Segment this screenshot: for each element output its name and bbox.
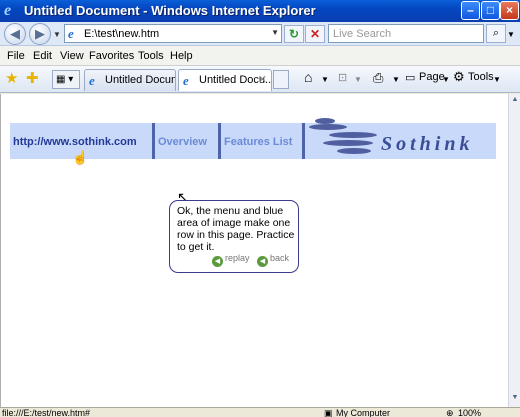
status-bar: file:///E:/test/new.htm# ▣ My Computer ⊕… <box>0 407 520 417</box>
tools-dropdown-icon[interactable]: ▼ <box>493 75 501 84</box>
page-icon: e <box>89 73 95 88</box>
menu-tools[interactable]: Tools <box>138 50 164 62</box>
sothink-logo: Sothink <box>307 118 496 159</box>
home-dropdown-icon[interactable]: ▼ <box>321 75 329 84</box>
menu-file[interactable]: File <box>7 50 25 62</box>
menu-bar: File Edit View Favorites Tools Help <box>0 46 520 66</box>
sothink-url-link[interactable]: http://www.sothink.com <box>13 136 137 148</box>
tab-label: Untitled Document <box>105 74 175 86</box>
logo-blob <box>329 132 377 138</box>
tab-untitled-document-1[interactable]: e Untitled Document <box>84 69 176 91</box>
menu-separator <box>218 123 221 159</box>
ie-logo-icon: e <box>4 2 12 19</box>
quick-tabs-button[interactable]: ▦ ▾ <box>52 70 80 89</box>
navigation-bar: ◀ ▶ ▼ e E:\test\new.htm ▼ ↻ ✕ Live Searc… <box>0 22 520 46</box>
menu-edit[interactable]: Edit <box>33 50 52 62</box>
replay-icon: ◀ <box>212 256 223 267</box>
address-field[interactable]: e E:\test\new.htm ▼ <box>64 24 282 43</box>
forward-button[interactable]: ▶ <box>29 23 51 45</box>
logo-blob <box>309 124 347 130</box>
tab-untitled-document-2[interactable]: e Untitled Docu... ✕ <box>178 69 272 91</box>
back-label: back <box>270 253 290 263</box>
status-url: file:///E:/test/new.htm# <box>2 408 91 417</box>
back-button[interactable]: ◀ <box>4 23 26 45</box>
tab-bar: ★ ✚ ▦ ▾ e Untitled Document e Untitled D… <box>0 66 520 93</box>
chevron-down-icon[interactable]: ▼ <box>271 28 279 37</box>
menu-help[interactable]: Help <box>170 50 193 62</box>
scroll-up-icon[interactable]: ▲ <box>510 96 520 106</box>
menu-separator <box>152 123 155 159</box>
address-value: E:\test\new.htm <box>84 28 160 40</box>
search-input[interactable]: Live Search <box>328 24 484 43</box>
refresh-button[interactable]: ↻ <box>284 25 304 43</box>
history-dropdown-icon[interactable]: ▼ <box>53 30 61 39</box>
window-title: Untitled Document - Windows Internet Exp… <box>24 3 316 18</box>
feeds-icon[interactable]: ⊡ <box>338 71 347 84</box>
maximize-button[interactable]: □ <box>481 1 500 20</box>
page-dropdown-icon[interactable]: ▼ <box>442 75 450 84</box>
scroll-down-icon[interactable]: ▼ <box>510 394 520 404</box>
zoom-icon: ⊕ <box>446 408 454 417</box>
menu-overview-link[interactable]: Overview <box>158 136 207 148</box>
title-bar: e Untitled Document - Windows Internet E… <box>0 0 520 22</box>
page-menu-button[interactable]: Page <box>419 71 445 83</box>
favorites-star-icon[interactable]: ★ <box>5 69 18 87</box>
hand-cursor-icon: ☝ <box>72 150 89 165</box>
zoom-level[interactable]: 100% <box>458 408 481 417</box>
print-icon[interactable]: ⎙ <box>373 70 383 86</box>
logo-blob <box>337 148 371 154</box>
minimize-button[interactable]: – <box>461 1 480 20</box>
computer-icon: ▣ <box>324 408 333 417</box>
logo-blob <box>323 140 373 146</box>
menu-favorites[interactable]: Favorites <box>89 50 134 62</box>
back-icon: ◀ <box>257 256 268 267</box>
replay-label: replay <box>225 253 250 263</box>
replay-button[interactable]: ◀ replay <box>212 253 250 267</box>
instruction-tooltip: Ok, the menu and blue area of image make… <box>169 200 299 273</box>
page-icon: e <box>68 26 74 41</box>
stop-button[interactable]: ✕ <box>305 25 325 43</box>
back-link-button[interactable]: ◀ back <box>257 253 289 267</box>
home-icon[interactable]: ⌂ <box>304 69 312 85</box>
close-button[interactable]: × <box>500 1 519 20</box>
print-dropdown-icon[interactable]: ▼ <box>392 75 400 84</box>
new-tab-button[interactable] <box>273 70 289 89</box>
close-tab-icon[interactable]: ✕ <box>258 73 267 86</box>
menu-view[interactable]: View <box>60 50 84 62</box>
page-content: http://www.sothink.com Overview Features… <box>0 94 508 407</box>
add-favorites-icon[interactable]: ✚ <box>26 69 39 87</box>
logo-text: Sothink <box>381 133 474 155</box>
gear-icon: ⚙ <box>453 69 465 84</box>
search-options-dropdown-icon[interactable]: ▼ <box>507 30 515 39</box>
page-icon: e <box>183 73 189 88</box>
menu-separator <box>302 123 305 159</box>
tools-menu-button[interactable]: Tools <box>468 71 494 83</box>
menu-features-list-link[interactable]: Features List <box>224 136 292 148</box>
feeds-dropdown-icon[interactable]: ▼ <box>354 75 362 84</box>
zone-label: My Computer <box>336 408 391 417</box>
vertical-scrollbar[interactable]: ▲ ▼ <box>508 94 520 407</box>
tooltip-text: Ok, the menu and blue area of image make… <box>177 205 295 253</box>
page-menu-icon: ▭ <box>405 72 416 84</box>
search-button[interactable]: ⌕ <box>486 24 506 43</box>
